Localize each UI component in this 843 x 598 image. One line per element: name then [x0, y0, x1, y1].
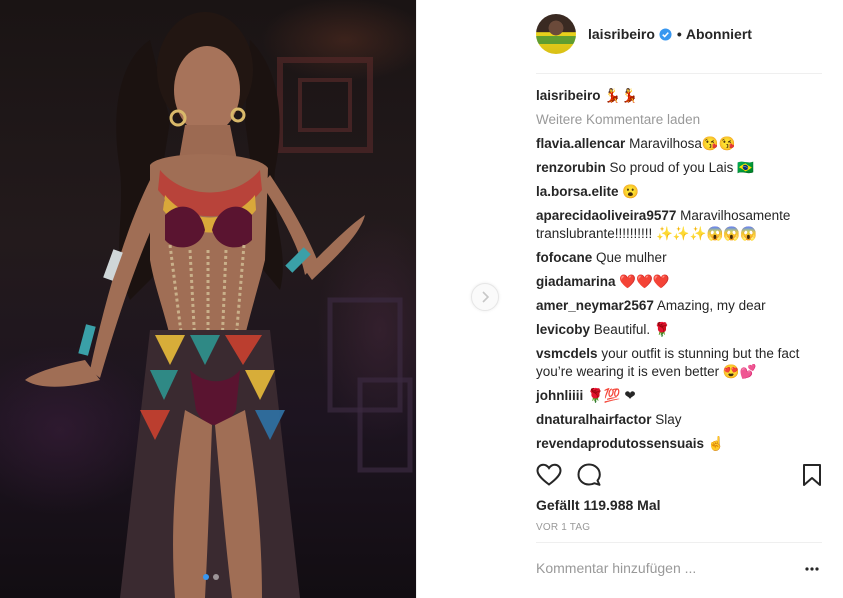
heart-icon[interactable] — [536, 463, 562, 487]
header-divider — [536, 73, 822, 74]
comment-username[interactable]: revendaprodutossensuais — [536, 436, 704, 451]
comment-username[interactable]: renzorubin — [536, 160, 606, 175]
comment-username[interactable]: vsmcdels — [536, 346, 598, 361]
comment-item: renzorubin So proud of you Lais 🇧🇷 — [536, 159, 822, 177]
caption-text: 💃💃 — [604, 88, 638, 103]
comment-item: amer_neymar2567 Amazing, my dear — [536, 297, 822, 315]
comment-text: 🌹💯 ❤ — [587, 388, 636, 403]
load-more-comments[interactable]: Weitere Kommentare laden — [536, 111, 822, 129]
comment-item: vsmcdels your outfit is stunning but the… — [536, 345, 822, 381]
comment-text: So proud of you Lais 🇧🇷 — [609, 160, 754, 175]
comment-username[interactable]: giadamarina — [536, 274, 616, 289]
carousel-dot-active — [203, 574, 209, 580]
comment-username[interactable]: amer_neymar2567 — [536, 298, 654, 313]
caption-username[interactable]: laisribeiro — [536, 88, 601, 103]
carousel-dot — [213, 574, 219, 580]
comment-username[interactable]: levicoby — [536, 322, 590, 337]
comment-text: Maravilhosa😘😘 — [629, 136, 736, 151]
comment-item: la.borsa.elite 😮 — [536, 183, 822, 201]
comment-item: levicoby Beautiful. 🌹 — [536, 321, 822, 339]
comment-item: giadamarina ❤️❤️❤️ — [536, 273, 822, 291]
comment-text: Beautiful. 🌹 — [593, 322, 671, 337]
runway-photo-illustration — [25, 12, 413, 598]
comment-text: Que mulher — [596, 250, 667, 265]
comment-text: Slay — [655, 412, 682, 427]
comment-username[interactable]: dnaturalhairfactor — [536, 412, 652, 427]
header-username[interactable]: laisribeiro — [588, 26, 655, 42]
comment-item: dnaturalhairfactor Slay — [536, 411, 822, 429]
caption: laisribeiro 💃💃 — [536, 87, 822, 105]
comment-username[interactable]: flavia.allencar — [536, 136, 625, 151]
comment-item: flavia.allencar Maravilhosa😘😘 — [536, 135, 822, 153]
comment-text: 😮 — [622, 184, 640, 199]
panel-divider — [416, 0, 417, 598]
comment-username[interactable]: fofocane — [536, 250, 592, 265]
bookmark-icon[interactable] — [802, 463, 822, 487]
comment-username[interactable]: johnliiii — [536, 388, 583, 403]
comments-list: laisribeiro 💃💃 Weitere Kommentare laden … — [536, 87, 822, 459]
comment-username[interactable]: la.borsa.elite — [536, 184, 619, 199]
more-options-icon[interactable] — [804, 566, 820, 572]
avatar[interactable] — [536, 14, 576, 54]
comment-text: ☝ — [707, 436, 725, 451]
carousel-indicator — [203, 574, 219, 580]
post-actions — [536, 463, 822, 489]
chevron-right-icon — [482, 291, 490, 303]
comment-text: Amazing, my dear — [656, 298, 766, 313]
comment-item: fofocane Que mulher — [536, 249, 822, 267]
comment-item: johnliiii 🌹💯 ❤ — [536, 387, 822, 405]
comment-text: ❤️❤️❤️ — [619, 274, 670, 289]
verified-badge-icon — [659, 27, 672, 41]
separator-dot: • — [676, 26, 682, 42]
post-timestamp[interactable]: VOR 1 TAG — [536, 522, 590, 533]
comment-divider — [536, 542, 822, 543]
comment-item: revendaprodutossensuais ☝ — [536, 435, 822, 453]
comment-item: aparecidaoliveira9577 Maravilhosamente t… — [536, 207, 822, 243]
post-photo[interactable] — [0, 0, 416, 598]
post-header: laisribeiro • Abonniert — [536, 12, 752, 56]
follow-status[interactable]: Abonniert — [686, 26, 752, 42]
comment-input[interactable] — [536, 558, 786, 578]
comment-username[interactable]: aparecidaoliveira9577 — [536, 208, 676, 223]
next-slide-button[interactable] — [471, 283, 499, 311]
like-count[interactable]: Gefällt 119.988 Mal — [536, 497, 661, 513]
comment-bubble-icon[interactable] — [577, 463, 601, 487]
